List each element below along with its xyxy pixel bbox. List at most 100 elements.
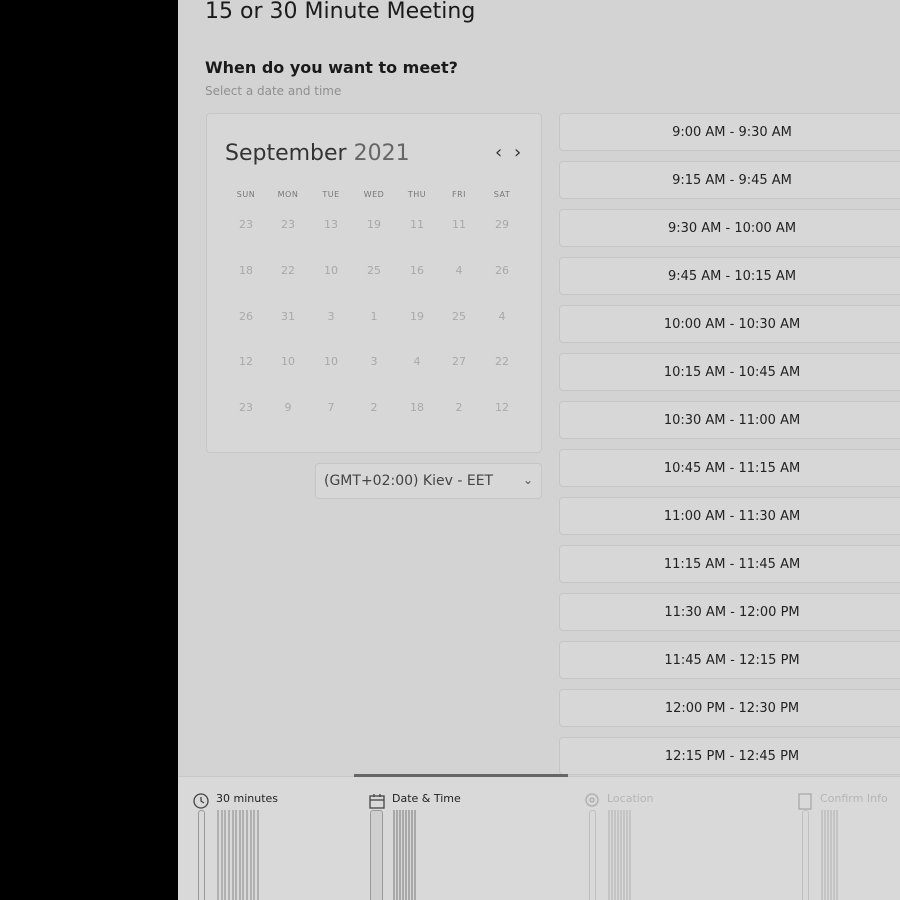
calendar-day: 27 (452, 355, 466, 368)
calendar-day: 11 (452, 218, 466, 231)
step-date-time[interactable]: Date & Time (368, 790, 508, 900)
time-slot-button[interactable]: 10:45 AM - 11:15 AM (559, 449, 900, 487)
calendar-day: 3 (327, 310, 335, 323)
calendar-day: 26 (495, 264, 509, 277)
time-slot-label: 10:45 AM - 11:15 AM (663, 461, 801, 476)
time-slot-label: 11:00 AM - 11:30 AM (663, 509, 801, 524)
time-slot-label: 9:00 AM - 9:30 AM (672, 125, 792, 140)
calendar-day: 10 (324, 264, 338, 277)
calendar-day: 12 (495, 401, 509, 414)
page-title: 15 or 30 Minute Meeting (205, 0, 476, 24)
weekday-label: SAT (493, 190, 511, 199)
step-label: Location (607, 792, 654, 805)
weekday-label: THU (407, 190, 427, 199)
step-location[interactable]: Location (583, 790, 703, 900)
calendar-day: 12 (239, 355, 253, 368)
time-slot-button[interactable]: 12:00 PM - 12:30 PM (559, 689, 900, 727)
calendar-month: September (225, 141, 347, 166)
calendar-day: 10 (281, 355, 295, 368)
calendar-day: 18 (410, 401, 424, 414)
time-slot-label: 10:00 AM - 10:30 AM (663, 317, 801, 332)
time-slot-label: 10:30 AM - 11:00 AM (663, 413, 801, 428)
time-slot-button[interactable]: 9:00 AM - 9:30 AM (559, 113, 900, 151)
timezone-select[interactable]: (GMT+02:00) Kiev - EET ⌄ (315, 463, 542, 499)
calendar-day: 25 (452, 310, 466, 323)
calendar-day: 10 (324, 355, 338, 368)
step-graphic (821, 810, 838, 900)
time-slot-label: 10:15 AM - 10:45 AM (663, 365, 801, 380)
calendar-day: 19 (367, 218, 381, 231)
time-slot-label: 9:15 AM - 9:45 AM (672, 173, 792, 188)
calendar-day: 31 (281, 310, 295, 323)
calendar-day: 11 (410, 218, 424, 231)
chevron-right-icon[interactable]: › (514, 142, 521, 163)
chevron-left-icon[interactable]: ‹ (495, 142, 502, 163)
calendar-day: 13 (324, 218, 338, 231)
calendar-day: 2 (455, 401, 463, 414)
step-confirm-info[interactable]: Confirm Info (796, 790, 900, 900)
calendar-day: 26 (239, 310, 253, 323)
calendar-day: 4 (498, 310, 506, 323)
progress-steps: 30 minutes Date & Time Location Confirm … (178, 774, 900, 900)
time-slot-label: 12:15 PM - 12:45 PM (664, 749, 800, 764)
step-graphic (608, 810, 631, 900)
scheduler-panel: 15 or 30 Minute Meeting When do you want… (178, 0, 900, 900)
step-label: Confirm Info (820, 792, 888, 805)
calendar-day: 25 (367, 264, 381, 277)
section-subtitle: Select a date and time (205, 84, 342, 98)
calendar-day: 22 (281, 264, 295, 277)
time-slot-label: 11:15 AM - 11:45 AM (663, 557, 801, 572)
calendar-day: 19 (410, 310, 424, 323)
calendar-day: 23 (281, 218, 295, 231)
time-slot-button[interactable]: 9:15 AM - 9:45 AM (559, 161, 900, 199)
step-label: Date & Time (392, 792, 461, 805)
time-slot-label: 11:45 AM - 12:15 PM (664, 653, 800, 668)
calendar-day: 1 (370, 310, 378, 323)
step-stem (370, 810, 383, 900)
time-slot-button[interactable]: 10:00 AM - 10:30 AM (559, 305, 900, 343)
time-slot-button[interactable]: 11:00 AM - 11:30 AM (559, 497, 900, 535)
clock-icon (193, 793, 209, 809)
weekday-label: FRI (451, 190, 467, 199)
form-icon (798, 793, 812, 810)
time-slot-button[interactable]: 11:15 AM - 11:45 AM (559, 545, 900, 583)
calendar-year: 2021 (353, 141, 410, 166)
active-step-indicator (354, 774, 568, 777)
calendar: September 2021 ‹ › SUN MON TUE WED THU F… (206, 113, 542, 453)
time-slot-label: 11:30 AM - 12:00 PM (664, 605, 800, 620)
time-slot-button[interactable]: 10:15 AM - 10:45 AM (559, 353, 900, 391)
time-slot-button[interactable]: 9:30 AM - 10:00 AM (559, 209, 900, 247)
calendar-day: 29 (495, 218, 509, 231)
weekday-label: MON (277, 190, 299, 199)
time-slot-button[interactable]: 11:45 AM - 12:15 PM (559, 641, 900, 679)
calendar-icon (369, 794, 385, 809)
step-graphic (217, 810, 259, 900)
step-graphic (393, 810, 416, 900)
time-slot-button[interactable]: 10:30 AM - 11:00 AM (559, 401, 900, 439)
time-slot-button[interactable]: 11:30 AM - 12:00 PM (559, 593, 900, 631)
step-duration[interactable]: 30 minutes (192, 790, 312, 900)
step-label: 30 minutes (216, 792, 279, 805)
calendar-day: 16 (410, 264, 424, 277)
weekday-label: SUN (236, 190, 256, 199)
calendar-day: 23 (239, 401, 253, 414)
calendar-day: 3 (370, 355, 378, 368)
time-slot-label: 9:30 AM - 10:00 AM (667, 221, 797, 236)
section-heading: When do you want to meet? (205, 58, 458, 77)
chevron-down-icon: ⌄ (522, 473, 533, 487)
calendar-day: 2 (370, 401, 378, 414)
step-stem (589, 810, 596, 900)
calendar-day: 9 (284, 401, 292, 414)
time-slot-button[interactable]: 9:45 AM - 10:15 AM (559, 257, 900, 295)
calendar-day: 4 (455, 264, 463, 277)
timezone-value: (GMT+02:00) Kiev - EET (324, 473, 494, 489)
step-stem (802, 810, 809, 900)
calendar-day: 22 (495, 355, 509, 368)
calendar-day: 23 (239, 218, 253, 231)
time-slot-label: 12:00 PM - 12:30 PM (664, 701, 800, 716)
calendar-day: 18 (239, 264, 253, 277)
time-slot-button[interactable]: 12:15 PM - 12:45 PM (559, 737, 900, 775)
weekday-label: TUE (322, 190, 340, 199)
time-slot-label: 9:45 AM - 10:15 AM (667, 269, 797, 284)
calendar-day: 4 (413, 355, 421, 368)
